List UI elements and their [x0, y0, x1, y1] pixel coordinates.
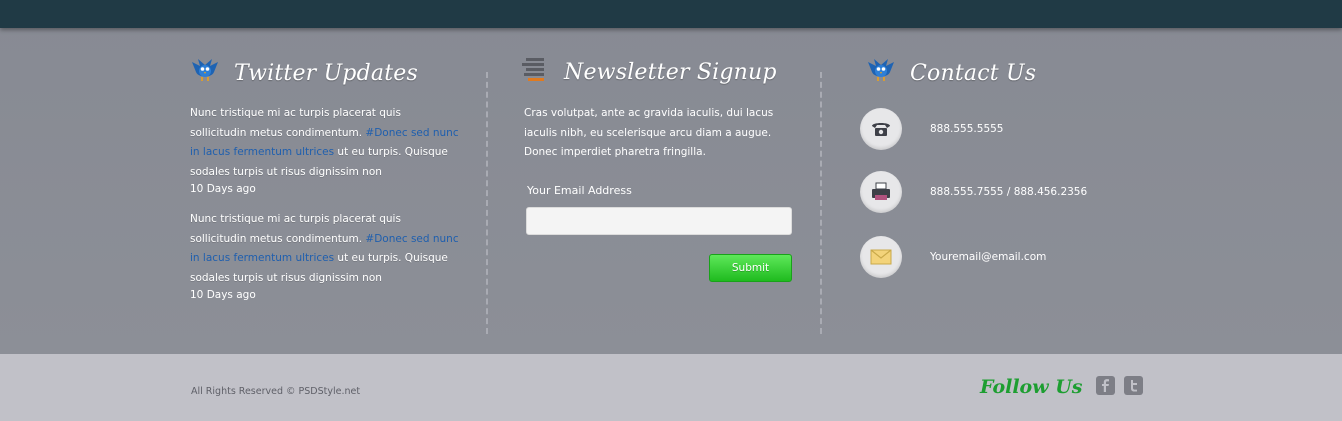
tweet-time: 10 Days ago: [190, 183, 256, 195]
tweet-list: Nunc tristique mi ac turpis placerat qui…: [190, 104, 460, 301]
contact-fax: 888.555.7555 / 888.456.2356: [860, 171, 1087, 213]
envelope-icon: [860, 236, 902, 278]
newsletter-description: Cras volutpat, ante ac gravida iaculis, …: [524, 107, 774, 158]
column-divider: [486, 72, 488, 334]
twitter-heading: Twitter Updates: [190, 56, 418, 90]
copyright-text: All Rights Reserved © PSDStyle.net: [191, 386, 361, 397]
facebook-icon[interactable]: [1096, 376, 1115, 395]
phone-text: 888.555.5555: [930, 123, 1004, 135]
contact-phone: 888.555.5555: [860, 108, 1003, 150]
newsletter-icon: [522, 56, 550, 88]
contact-heading: Contact Us: [866, 56, 1036, 90]
fax-text: 888.555.7555 / 888.456.2356: [930, 186, 1088, 198]
email-label: Your Email Address: [527, 184, 632, 197]
top-bar: [0, 0, 1342, 28]
phone-icon: [860, 108, 902, 150]
twitter-bird-icon: [866, 56, 896, 90]
tweet-text: Nunc tristique mi ac turpis placerat qui…: [190, 210, 460, 288]
twitter-icon[interactable]: [1124, 376, 1143, 395]
submit-button[interactable]: Submit: [709, 254, 792, 282]
footer-widgets-area: Twitter Updates Nunc tristique mi ac tur…: [0, 0, 1342, 354]
tweet-time: 10 Days ago: [190, 289, 256, 301]
bottom-footer: All Rights Reserved © PSDStyle.net Follo…: [0, 349, 1342, 421]
email-input[interactable]: [526, 207, 792, 235]
email-text[interactable]: Youremail@email.com: [930, 251, 1046, 263]
newsletter-heading-text: Newsletter Signup: [564, 59, 777, 85]
follow-us-label: Follow Us: [980, 376, 1083, 398]
twitter-heading-text: Twitter Updates: [234, 60, 418, 86]
tweet: Nunc tristique mi ac turpis placerat qui…: [190, 104, 460, 195]
contact-email: Youremail@email.com: [860, 236, 1046, 278]
newsletter-heading: Newsletter Signup: [522, 56, 777, 88]
footer-zigzag-border: [0, 349, 1342, 355]
fax-icon: [860, 171, 902, 213]
contact-heading-text: Contact Us: [910, 60, 1037, 86]
column-divider: [820, 72, 822, 334]
tweet: Nunc tristique mi ac turpis placerat qui…: [190, 210, 460, 301]
twitter-bird-icon: [190, 56, 220, 90]
tweet-text: Nunc tristique mi ac turpis placerat qui…: [190, 104, 460, 182]
